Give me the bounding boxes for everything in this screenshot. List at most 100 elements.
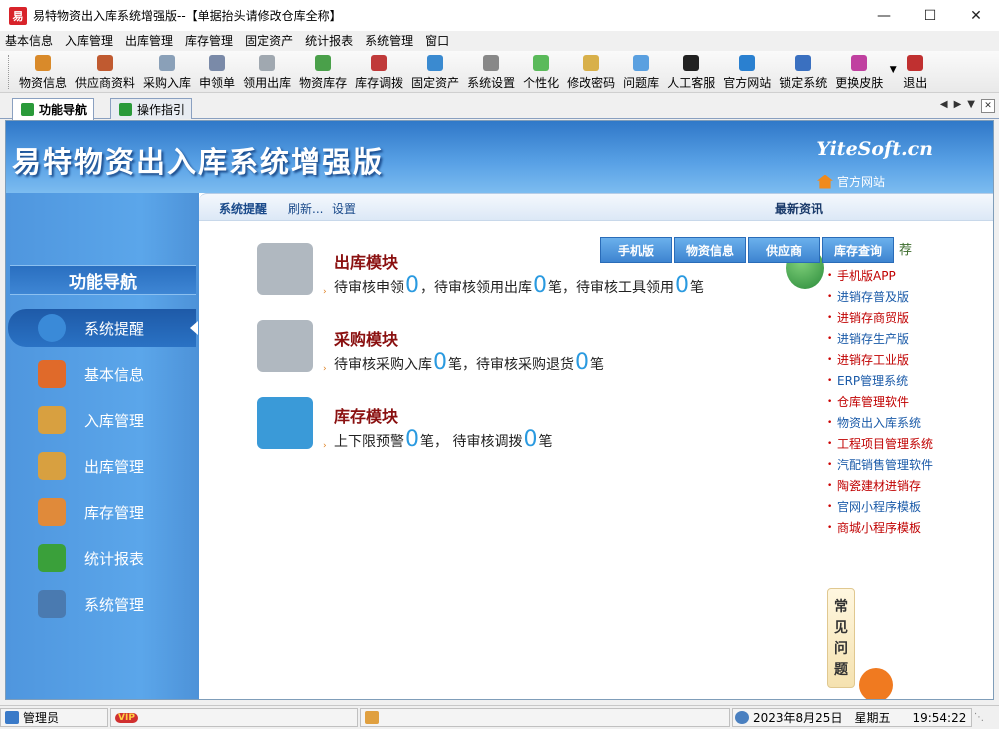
tab-prev-icon[interactable]: ◀: [940, 99, 948, 113]
news-item[interactable]: • 陶瓷建材进销存: [827, 475, 993, 496]
pending-count[interactable]: 0: [405, 427, 419, 452]
module-title[interactable]: 出库模块: [334, 249, 398, 273]
mascot-icon[interactable]: [859, 668, 893, 699]
tab-next-icon[interactable]: ▶: [954, 99, 962, 113]
toolbar-button[interactable]: 物资库存: [295, 51, 351, 91]
news-link[interactable]: 手机版APP: [837, 267, 896, 284]
toolbar-button[interactable]: 更换皮肤: [831, 51, 887, 91]
sidebar-item[interactable]: 基本信息: [8, 355, 196, 393]
toolbar-button[interactable]: 供应商资料: [71, 51, 139, 91]
pending-count[interactable]: 0: [575, 350, 589, 375]
toolbar-button[interactable]: 人工客服: [663, 51, 719, 91]
pending-count[interactable]: 0: [533, 273, 547, 298]
news-link[interactable]: 进销存普及版: [837, 288, 909, 305]
toolbar-button[interactable]: 固定资产: [407, 51, 463, 91]
news-link[interactable]: 官网小程序模板: [837, 498, 921, 515]
news-link[interactable]: 物资出入库系统: [837, 414, 921, 431]
news-link[interactable]: 进销存生产版: [837, 330, 909, 347]
news-tab[interactable]: 手机版: [600, 237, 672, 263]
news-item[interactable]: • 进销存商贸版: [827, 307, 993, 328]
menu-item[interactable]: 库存管理: [180, 31, 240, 51]
news-item[interactable]: • 进销存普及版: [827, 286, 993, 307]
toolbar-button[interactable]: 官方网站: [719, 51, 775, 91]
menu-item[interactable]: 固定资产: [240, 31, 300, 51]
news-link[interactable]: ERP管理系统: [837, 372, 908, 389]
pending-count[interactable]: 0: [675, 273, 689, 298]
tab-list-icon[interactable]: ▼: [967, 99, 975, 113]
sidebar-item[interactable]: 系统提醒: [8, 309, 198, 347]
tab-close-icon[interactable]: ✕: [981, 99, 995, 113]
sidebar-item[interactable]: 统计报表: [8, 539, 196, 577]
tab-operation-guide[interactable]: 操作指引: [110, 98, 193, 119]
sidebar-item[interactable]: 库存管理: [8, 493, 196, 531]
toolbar: 物资信息 供应商资料 采购入库 申领单 领用出库 物资库存 库存调拨 固定资产 系统设置 个性化修…: [0, 51, 999, 93]
news-link[interactable]: 汽配销售管理软件: [837, 456, 933, 473]
toolbar-button[interactable]: 修改密码: [563, 51, 619, 91]
menu-item[interactable]: 基本信息: [0, 31, 60, 51]
toolbar-button[interactable]: 锁定系统: [775, 51, 831, 91]
toolbar-button[interactable]: 问题库: [619, 51, 663, 91]
bullet-icon: •: [827, 270, 833, 281]
news-item[interactable]: • 手机版APP: [827, 265, 993, 286]
qq-icon: [683, 55, 700, 71]
news-link[interactable]: 进销存工业版: [837, 351, 909, 368]
news-item[interactable]: • 汽配销售管理软件: [827, 454, 993, 475]
toolbar-button[interactable]: 采购入库: [139, 51, 195, 91]
news-link[interactable]: 商城小程序模板: [837, 519, 921, 536]
toolbar-overflow-icon[interactable]: ▼: [887, 51, 899, 75]
sidebar-item[interactable]: 系统管理: [8, 585, 196, 623]
news-item[interactable]: • 商城小程序模板: [827, 517, 993, 538]
news-link[interactable]: 工程项目管理系统: [837, 435, 933, 452]
toolbar-grip[interactable]: [8, 55, 11, 89]
toolbar-button[interactable]: 领用出库: [239, 51, 295, 91]
news-tab[interactable]: 库存查询: [822, 237, 894, 263]
toolbar-button[interactable]: 库存调拨: [351, 51, 407, 91]
toolbar-button[interactable]: 物资信息: [15, 51, 71, 91]
pending-count[interactable]: 0: [433, 350, 447, 375]
toolbar-button[interactable]: 退出: [899, 51, 931, 91]
news-link[interactable]: 进销存商贸版: [837, 309, 909, 326]
tab-function-nav[interactable]: 功能导航: [12, 98, 95, 120]
news-item[interactable]: • ERP管理系统: [827, 370, 993, 391]
menu-item[interactable]: 出库管理: [120, 31, 180, 51]
module-title[interactable]: 库存模块: [334, 403, 398, 427]
sidebar-item[interactable]: 入库管理: [8, 401, 196, 439]
sidebar-item[interactable]: 出库管理: [8, 447, 196, 485]
status-weekday: 星期五: [854, 711, 891, 725]
news-item[interactable]: • 仓库管理软件: [827, 391, 993, 412]
status-bar: 管理员 VIP 2023年8月25日 星期五 19:54:22 ⋱: [0, 705, 999, 729]
maximize-button[interactable]: ☐: [907, 0, 953, 31]
module-title[interactable]: 采购模块: [334, 326, 398, 350]
news-item[interactable]: • 物资出入库系统: [827, 412, 993, 433]
toolbar-label: 申领单: [199, 76, 236, 90]
official-site-link[interactable]: 官方网站: [816, 173, 885, 190]
menu-item[interactable]: 系统管理: [360, 31, 420, 51]
resize-grip-icon[interactable]: ⋱: [974, 712, 984, 723]
minimize-button[interactable]: —: [861, 0, 907, 31]
toolbar-button[interactable]: 申领单: [195, 51, 239, 91]
pending-count[interactable]: 0: [523, 427, 537, 452]
news-item[interactable]: • 进销存生产版: [827, 328, 993, 349]
menu-item[interactable]: 统计报表: [300, 31, 360, 51]
sidebar: 功能导航 系统提醒 基本信息 入库管理 出库管理 库存管理 统计报表 系统管理: [6, 193, 199, 699]
faq-button[interactable]: 常见问题: [827, 588, 855, 688]
description-text: 笔: [690, 280, 704, 296]
close-button[interactable]: ✕: [953, 0, 999, 31]
news-link[interactable]: 仓库管理软件: [837, 393, 909, 410]
refresh-link[interactable]: 刷新...: [288, 200, 323, 217]
menu-item[interactable]: 窗口: [420, 31, 456, 51]
toolbar-button[interactable]: 个性化: [519, 51, 563, 91]
news-tail-text: 荐: [899, 243, 913, 258]
news-tab[interactable]: 物资信息: [674, 237, 746, 263]
toolbar-button[interactable]: 系统设置: [463, 51, 519, 91]
news-link[interactable]: 陶瓷建材进销存: [837, 477, 921, 494]
pending-count[interactable]: 0: [405, 273, 419, 298]
cubes-icon: [257, 397, 313, 449]
settings-link[interactable]: 设置: [332, 200, 356, 217]
menu-item[interactable]: 入库管理: [60, 31, 120, 51]
news-item[interactable]: • 官网小程序模板: [827, 496, 993, 517]
news-item[interactable]: • 进销存工业版: [827, 349, 993, 370]
news-tab[interactable]: 供应商: [748, 237, 820, 263]
news-item[interactable]: • 工程项目管理系统: [827, 433, 993, 454]
status-support[interactable]: [360, 708, 730, 727]
